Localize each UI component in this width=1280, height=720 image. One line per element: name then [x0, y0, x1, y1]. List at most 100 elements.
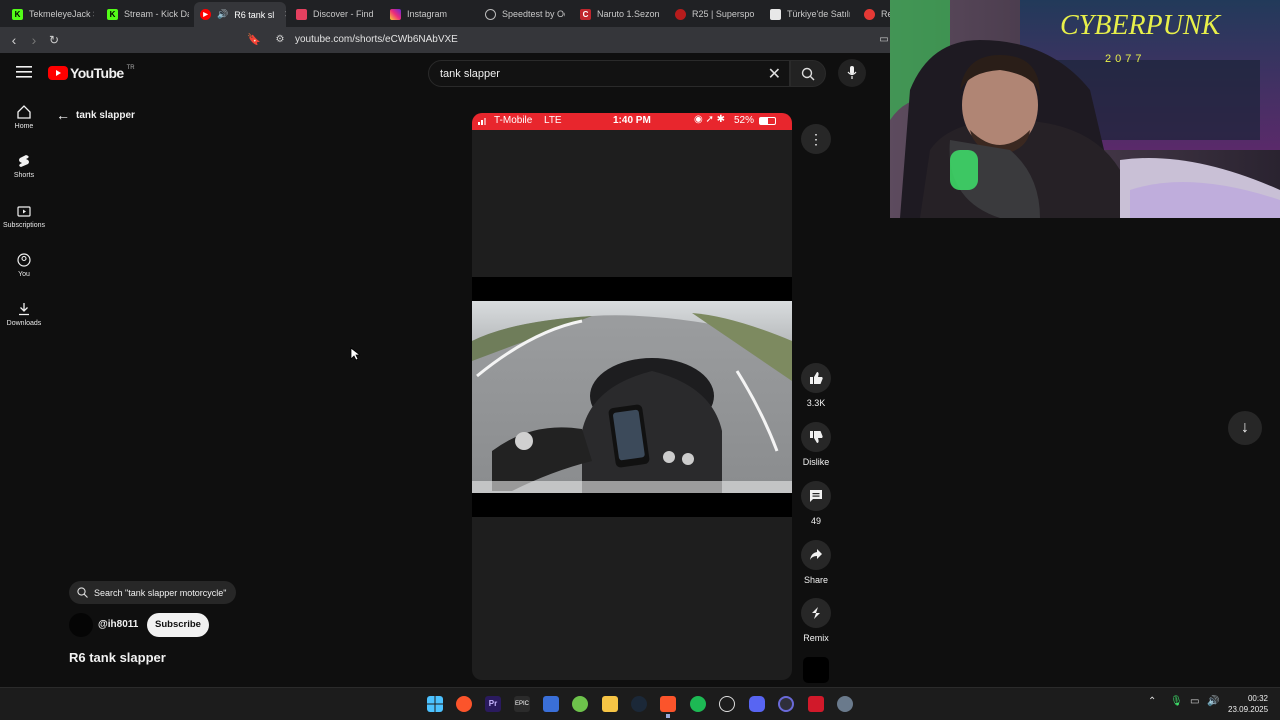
home-icon — [17, 105, 31, 119]
shorts-icon — [19, 155, 29, 167]
brave-browser-icon[interactable] — [660, 696, 676, 712]
discord-icon[interactable] — [749, 696, 765, 712]
youtube-favicon-icon: ▶ — [200, 9, 211, 20]
obs-icon[interactable] — [778, 696, 794, 712]
back-to-search[interactable]: ← tank slapper — [56, 107, 135, 123]
sidebar-item-subscriptions[interactable]: Subscriptions — [0, 204, 48, 229]
subscribe-button[interactable]: Subscribe — [147, 613, 209, 637]
url-field[interactable]: youtube.com/shorts/eCWb6NAbVXE — [295, 34, 458, 45]
battery-percent: 52% — [734, 115, 755, 126]
clear-search-icon[interactable]: ✕ — [768, 64, 781, 84]
spotify-icon[interactable] — [690, 696, 706, 712]
sidebar-item-downloads[interactable]: Downloads — [0, 302, 48, 327]
downloads-icon — [19, 303, 29, 316]
dislike-label: Dislike — [802, 457, 830, 467]
start-icon[interactable] — [427, 696, 443, 712]
back-icon[interactable]: ‹ — [6, 32, 22, 48]
more-options-icon[interactable]: ⋮ — [801, 124, 831, 154]
site-info-icon[interactable]: ⚙ — [272, 32, 288, 48]
tab-label: R25 | Supersport — [692, 9, 755, 19]
thumbs-up-icon — [810, 372, 823, 384]
webcam-feed-image: CYBERPUNK 2077 — [890, 0, 1280, 218]
browser-tab[interactable]: Türkiye'de Satılık — [764, 4, 850, 24]
chatgpt-icon[interactable] — [719, 696, 735, 712]
arrow-down-icon: ↓ — [1241, 419, 1249, 436]
premiere-icon[interactable]: Pr — [485, 696, 501, 712]
voice-search-button[interactable] — [838, 59, 866, 87]
reload-icon[interactable]: ↻ — [46, 32, 62, 48]
sidebar-item-home[interactable]: Home — [0, 105, 48, 130]
clock[interactable]: 00:32 23.09.2025 — [1228, 693, 1268, 715]
tray-overflow-icon[interactable]: ⌃ — [1148, 696, 1156, 707]
channel-avatar[interactable] — [69, 613, 93, 637]
microphone-tray-icon[interactable]: 🎙 — [1170, 696, 1183, 707]
browser-tab[interactable]: R25 | Supersport — [669, 4, 755, 24]
search-query: tank slapper — [440, 68, 500, 80]
file-explorer-icon[interactable] — [602, 696, 618, 712]
related-search-chip[interactable]: Search "tank slapper motorcycle" — [69, 581, 237, 604]
settings-icon[interactable] — [837, 696, 853, 712]
brave-icon[interactable] — [456, 696, 472, 712]
like-count: 3.3K — [806, 398, 826, 408]
logo-text: YouTube — [70, 65, 124, 81]
tab-label: Re — [881, 9, 890, 19]
browser-tab-active[interactable]: ▶ 🔊 R6 tank sl ✕ — [194, 2, 286, 27]
webcam-overlay: CYBERPUNK 2077 — [890, 0, 1280, 218]
sound-thumbnail[interactable] — [803, 657, 829, 683]
tab-close-icon[interactable]: ✕ — [284, 9, 286, 20]
browser-tab[interactable]: C Naruto 1.Sezon 1 — [574, 4, 660, 24]
video-frame — [472, 277, 792, 517]
remote-desktop-icon[interactable] — [543, 696, 559, 712]
tab-label: Stream - Kick Das — [124, 9, 189, 19]
sidebar-item-shorts[interactable]: Shorts — [0, 154, 48, 179]
site-icon — [864, 8, 875, 20]
browser-tab[interactable]: K TekmeleyeJack St — [6, 4, 94, 24]
forward-icon[interactable]: › — [26, 32, 42, 48]
comments-button[interactable]: 49 — [798, 481, 834, 526]
thumbs-down-icon — [810, 431, 823, 443]
sidebar-item-you[interactable]: You — [0, 253, 48, 278]
remix-button[interactable]: Remix — [798, 598, 834, 643]
speaker-icon: 🔊 — [217, 9, 229, 19]
search-button[interactable] — [790, 60, 826, 87]
sidebar-label: Home — [14, 123, 34, 130]
short-title: R6 tank slapper — [69, 650, 166, 665]
search-input[interactable]: tank slapper ✕ — [428, 60, 790, 87]
browser-tab[interactable]: Instagram — [384, 4, 470, 24]
carrier: T-Mobile — [494, 115, 533, 126]
next-short-button[interactable]: ↓ — [1228, 411, 1262, 445]
mouse-cursor-icon — [350, 347, 360, 361]
channel-name[interactable]: @ih8011 — [98, 619, 138, 630]
epic-games-icon[interactable]: EPIC — [514, 696, 530, 712]
tab-label: Türkiye'de Satılık — [787, 9, 850, 19]
browser-tab[interactable]: Re — [858, 4, 890, 24]
menu-icon[interactable] — [16, 66, 32, 78]
browser-tab[interactable]: Speedtest by Ook — [479, 4, 565, 24]
comment-icon — [810, 490, 822, 502]
site-icon: C — [580, 8, 591, 20]
bookmark-icon[interactable]: 🔖 — [246, 32, 262, 48]
dislike-button[interactable]: Dislike — [798, 422, 834, 467]
kick-icon: K — [107, 8, 118, 20]
sidebar-label: You — [18, 271, 30, 278]
clock-date: 23.09.2025 — [1228, 705, 1269, 714]
microphone-icon — [847, 66, 857, 79]
browser-tab[interactable]: Discover - Find T — [290, 4, 376, 24]
kick-icon: K — [12, 8, 23, 20]
short-player[interactable]: T-Mobile LTE 1:40 PM ◉ ➚ ✱ 52% — [472, 113, 792, 680]
xbox-icon[interactable] — [572, 696, 588, 712]
search-icon — [801, 67, 815, 81]
speedtest-icon — [485, 8, 496, 20]
network-icon[interactable]: ▭ — [1190, 696, 1199, 707]
volume-icon[interactable]: 🔊 — [1207, 696, 1219, 707]
share-button[interactable]: Share — [798, 540, 834, 585]
like-button[interactable]: 3.3K — [798, 363, 834, 408]
steam-icon[interactable] — [631, 696, 647, 712]
app-icon[interactable] — [808, 696, 824, 712]
poster-text: CYBERPUNK — [1060, 10, 1222, 41]
browser-tab[interactable]: K Stream - Kick Das — [101, 4, 189, 24]
youtube-logo[interactable]: YouTube TR — [48, 65, 135, 81]
discover-icon — [296, 8, 307, 20]
phone-status-icons: ◉ ➚ ✱ — [694, 114, 726, 125]
share-label: Share — [803, 575, 829, 585]
